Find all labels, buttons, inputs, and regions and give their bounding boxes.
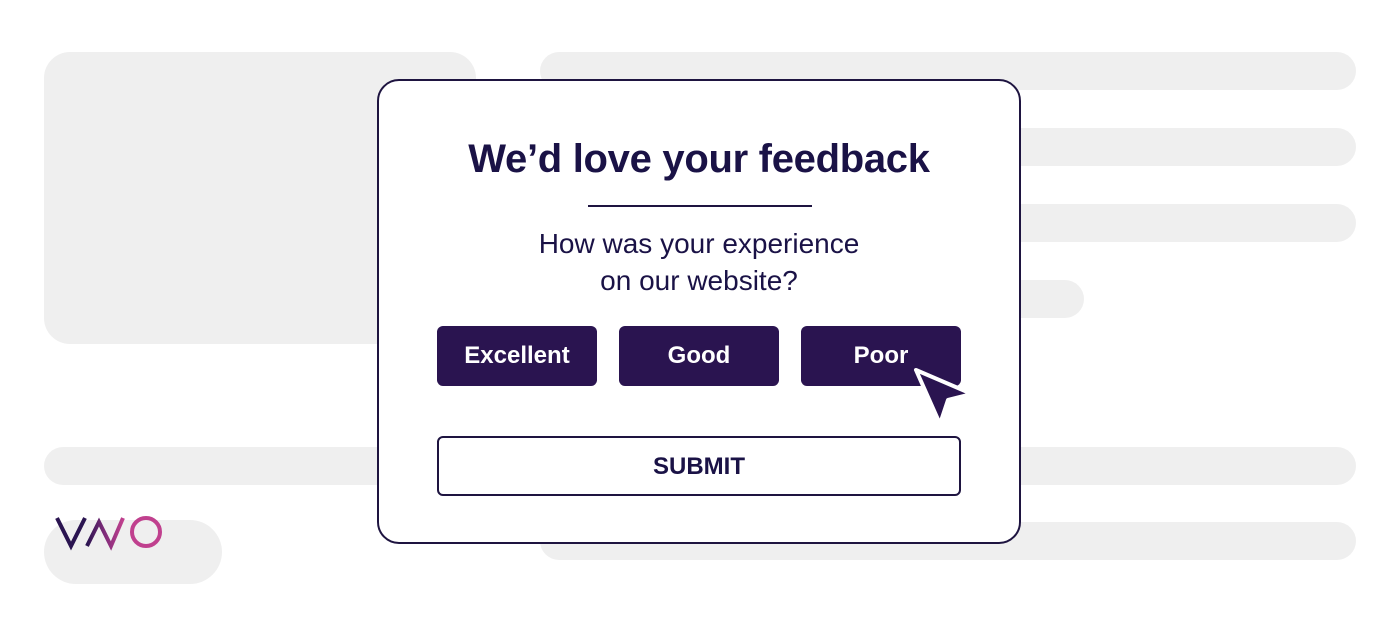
feedback-question: How was your experience on our website?	[379, 225, 1019, 299]
question-line-2: on our website?	[600, 265, 798, 296]
feedback-modal: We’d love your feedback How was your exp…	[377, 79, 1021, 544]
modal-title: We’d love your feedback	[468, 137, 930, 181]
arrow-pointer-icon	[914, 368, 974, 426]
title-divider	[588, 205, 812, 207]
good-button[interactable]: Good	[619, 326, 779, 386]
page-canvas: We’d love your feedback How was your exp…	[0, 0, 1400, 624]
excellent-button[interactable]: Excellent	[437, 326, 597, 386]
vwo-logo	[55, 516, 162, 551]
question-line-1: How was your experience	[538, 228, 860, 259]
submit-button[interactable]: SUBMIT	[437, 436, 961, 496]
